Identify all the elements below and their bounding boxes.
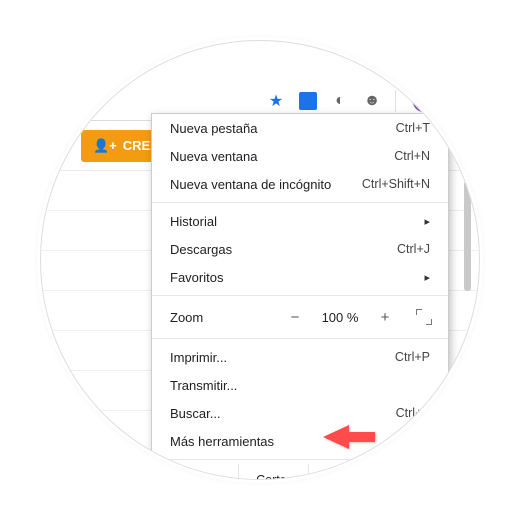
menu-history[interactable]: Historial (152, 207, 448, 235)
menu-cast[interactable]: Transmitir... (152, 371, 448, 399)
extension-icon-2[interactable]: ◐ (331, 92, 349, 110)
chrome-menu-button[interactable] (448, 89, 461, 112)
chrome-menu: Nueva pestañaCtrl+T Nueva ventanaCtrl+N … (151, 113, 449, 480)
callout-arrow (321, 421, 381, 464)
extension-icon-3[interactable]: ☻ (363, 92, 381, 110)
menu-incognito[interactable]: Nueva ventana de incógnitoCtrl+Shift+N (152, 170, 448, 198)
fullscreen-icon[interactable] (416, 309, 432, 325)
bookmark-star-icon[interactable]: ★ (267, 92, 285, 110)
menu-new-window[interactable]: Nueva ventanaCtrl+N (152, 142, 448, 170)
menu-edit-row: Editar Cortar Copiar Pegar (152, 464, 448, 480)
zoom-in-button[interactable]: + (376, 309, 394, 326)
menu-print[interactable]: Imprimir...Ctrl+P (152, 343, 448, 371)
scrollbar-thumb[interactable] (464, 181, 471, 291)
menu-edit-cut[interactable]: Cortar (238, 464, 308, 480)
user-plus-icon: 👤+ (93, 138, 117, 154)
minimize-icon[interactable]: — (374, 47, 388, 61)
menu-new-tab[interactable]: Nueva pestañaCtrl+T (152, 114, 448, 142)
menu-downloads[interactable]: DescargasCtrl+J (152, 235, 448, 263)
window-controls: — ☐ (374, 47, 429, 61)
profile-avatar[interactable]: A (412, 90, 434, 112)
menu-zoom: Zoom − 100 % + (152, 300, 448, 334)
zoom-level: 100 % (318, 310, 362, 325)
menu-bookmarks[interactable]: Favoritos (152, 263, 448, 291)
menu-more-tools[interactable]: Más herramientas (152, 427, 448, 455)
maximize-icon[interactable]: ☐ (416, 47, 429, 61)
menu-find[interactable]: Buscar...Ctrl+F (152, 399, 448, 427)
menu-edit-copy[interactable]: Copiar (308, 464, 378, 480)
menu-edit-paste[interactable]: Pegar (378, 464, 448, 480)
menu-edit-label: Editar (152, 473, 238, 481)
zoom-out-button[interactable]: − (286, 309, 304, 326)
extension-icon-1[interactable] (299, 92, 317, 110)
